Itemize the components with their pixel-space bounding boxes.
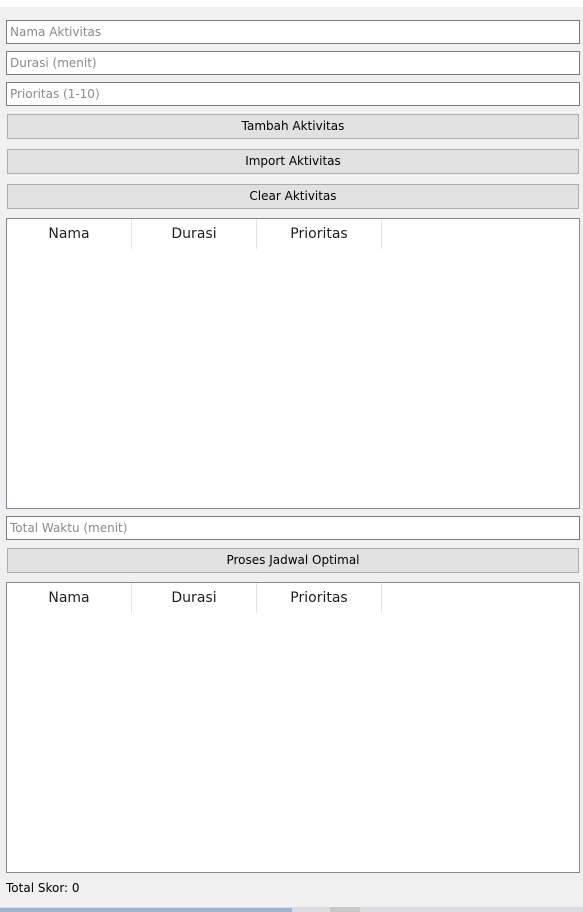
import-aktivitas-button[interactable]: Import Aktivitas [7,149,579,174]
result-table-header: Nama Durasi Prioritas [7,583,579,613]
result-column-prioritas[interactable]: Prioritas [257,583,382,613]
nama-aktivitas-input[interactable] [6,20,580,44]
total-waktu-input[interactable] [6,516,580,540]
activity-table-header: Nama Durasi Prioritas [7,219,579,249]
activity-table[interactable]: Nama Durasi Prioritas [6,218,580,509]
result-table[interactable]: Nama Durasi Prioritas [6,582,580,873]
taskbar-segment [0,908,292,912]
activity-column-nama[interactable]: Nama [7,219,132,249]
window-top-strip [0,0,583,7]
taskbar-edge [0,907,583,912]
result-column-nama[interactable]: Nama [7,583,132,613]
total-skor-label: Total Skor: 0 [6,881,80,895]
proses-jadwal-optimal-button[interactable]: Proses Jadwal Optimal [7,548,579,573]
durasi-input[interactable] [6,51,580,75]
activity-column-durasi[interactable]: Durasi [132,219,257,249]
result-column-durasi[interactable]: Durasi [132,583,257,613]
prioritas-input[interactable] [6,82,580,106]
clear-aktivitas-button[interactable]: Clear Aktivitas [7,184,579,209]
taskbar-segment [330,907,360,912]
tambah-aktivitas-button[interactable]: Tambah Aktivitas [7,114,579,139]
activity-column-prioritas[interactable]: Prioritas [257,219,382,249]
